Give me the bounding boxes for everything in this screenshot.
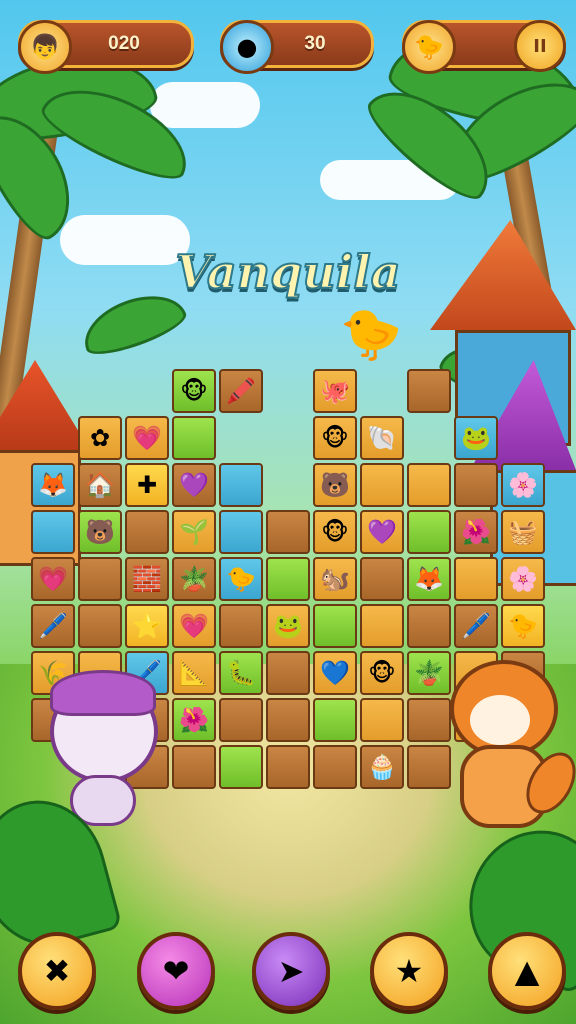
board-tile[interactable]: 🐛 xyxy=(219,651,263,695)
board-tile[interactable] xyxy=(78,604,122,648)
board-tile[interactable]: 🌱 xyxy=(172,510,216,554)
heart-button[interactable]: ❤ xyxy=(137,932,215,1010)
gems-value: 30 xyxy=(304,33,326,54)
board-tile[interactable]: 🌸 xyxy=(501,557,545,601)
board-tile[interactable]: 💜 xyxy=(172,463,216,507)
board-tile[interactable] xyxy=(407,369,451,413)
board-tile[interactable]: 🦊 xyxy=(31,463,75,507)
orange-fox-character xyxy=(430,660,576,830)
board-tile[interactable] xyxy=(219,510,263,554)
board-tile[interactable]: 🐵 xyxy=(172,369,216,413)
board-tile[interactable]: 💗 xyxy=(172,604,216,648)
board-tile[interactable] xyxy=(313,604,357,648)
board-tile[interactable] xyxy=(454,557,498,601)
board-tile[interactable] xyxy=(360,604,404,648)
board-tile[interactable]: ✚ xyxy=(125,463,169,507)
board-tile[interactable]: 🐸 xyxy=(266,604,310,648)
board-tile[interactable]: 🏠 xyxy=(78,463,122,507)
board-tile[interactable] xyxy=(313,698,357,742)
board-tile[interactable]: 🖊️ xyxy=(454,604,498,648)
board-tile[interactable]: 🐵 xyxy=(313,416,357,460)
board-tile[interactable]: 🐻 xyxy=(78,510,122,554)
board-tile[interactable] xyxy=(219,698,263,742)
board-tile[interactable]: 🌸 xyxy=(501,463,545,507)
lives-value: 020 xyxy=(108,33,140,54)
hint-button[interactable]: ▲ xyxy=(488,932,566,1010)
board-tile[interactable]: 🌺 xyxy=(454,510,498,554)
board-tile[interactable]: 🖊️ xyxy=(31,604,75,648)
board-tile[interactable]: 📐 xyxy=(172,651,216,695)
board-tile[interactable]: 🐙 xyxy=(313,369,357,413)
star-button[interactable]: ★ xyxy=(370,932,448,1010)
board-tile[interactable] xyxy=(407,604,451,648)
game-title: Vanquila xyxy=(174,244,401,300)
board-tile[interactable]: 🖍️ xyxy=(219,369,263,413)
board-tile[interactable]: 🐻 xyxy=(313,463,357,507)
board-tile[interactable]: 🦊 xyxy=(407,557,451,601)
board-tile[interactable] xyxy=(407,510,451,554)
board-tile[interactable] xyxy=(407,463,451,507)
board-tile[interactable] xyxy=(266,557,310,601)
board-tile[interactable] xyxy=(266,651,310,695)
board-tile[interactable] xyxy=(172,745,216,789)
cloud xyxy=(150,82,260,128)
board-tile[interactable] xyxy=(219,463,263,507)
board-tile[interactable] xyxy=(266,745,310,789)
board-tile[interactable]: ⭐ xyxy=(125,604,169,648)
board-tile[interactable] xyxy=(266,510,310,554)
bird-counter: 🐤 II xyxy=(402,20,566,74)
board-tile[interactable] xyxy=(125,510,169,554)
yellow-bird-character: 🐤 xyxy=(340,305,403,363)
board-tile[interactable]: 🐸 xyxy=(454,416,498,460)
board-tile[interactable]: 🐵 xyxy=(360,651,404,695)
board-tile[interactable]: 🐤 xyxy=(501,604,545,648)
kid-face-icon: 👦 xyxy=(18,20,72,74)
board-tile[interactable] xyxy=(31,510,75,554)
board-tile[interactable]: 🧺 xyxy=(501,510,545,554)
lives-counter: 👦 020 xyxy=(18,20,194,74)
board-tile[interactable]: 🌺 xyxy=(172,698,216,742)
board-tile[interactable] xyxy=(454,463,498,507)
board-tile[interactable]: 💗 xyxy=(31,557,75,601)
board-tile[interactable] xyxy=(219,745,263,789)
purple-wolf-character xyxy=(40,660,160,826)
shuffle-button[interactable]: ✖ xyxy=(18,932,96,1010)
board-tile[interactable]: 🪴 xyxy=(172,557,216,601)
board-tile[interactable] xyxy=(360,557,404,601)
pause-button[interactable]: II xyxy=(514,20,566,72)
board-tile[interactable]: 🐚 xyxy=(360,416,404,460)
board-tile[interactable] xyxy=(219,604,263,648)
board-tile[interactable] xyxy=(313,745,357,789)
arrow-button[interactable]: ➤ xyxy=(252,932,330,1010)
gems-counter: ● 30 xyxy=(220,20,374,74)
board-tile[interactable]: 🐿️ xyxy=(313,557,357,601)
board-tile[interactable]: 🧁 xyxy=(360,745,404,789)
board-tile[interactable] xyxy=(78,557,122,601)
board-tile[interactable]: 🧱 xyxy=(125,557,169,601)
game-scene: 👦 020 ● 30 🐤 II Vanquila 🐤 🐵 🖍️ 🐙 ✿ 💗 🐵 🐚 🐸 🦊 🏠 ✚ 💜… xyxy=(0,0,576,1024)
blue-gem-icon: ● xyxy=(220,20,274,74)
board-tile[interactable] xyxy=(172,416,216,460)
board-tile[interactable]: 🐵 xyxy=(313,510,357,554)
board-tile[interactable]: ✿ xyxy=(78,416,122,460)
board-tile[interactable] xyxy=(360,463,404,507)
board-tile[interactable]: 💗 xyxy=(125,416,169,460)
board-tile[interactable]: 💜 xyxy=(360,510,404,554)
board-tile[interactable] xyxy=(266,698,310,742)
board-tile[interactable] xyxy=(360,698,404,742)
board-tile[interactable]: 🐤 xyxy=(219,557,263,601)
board-tile[interactable]: 💙 xyxy=(313,651,357,695)
yellow-bird-icon: 🐤 xyxy=(402,20,456,74)
